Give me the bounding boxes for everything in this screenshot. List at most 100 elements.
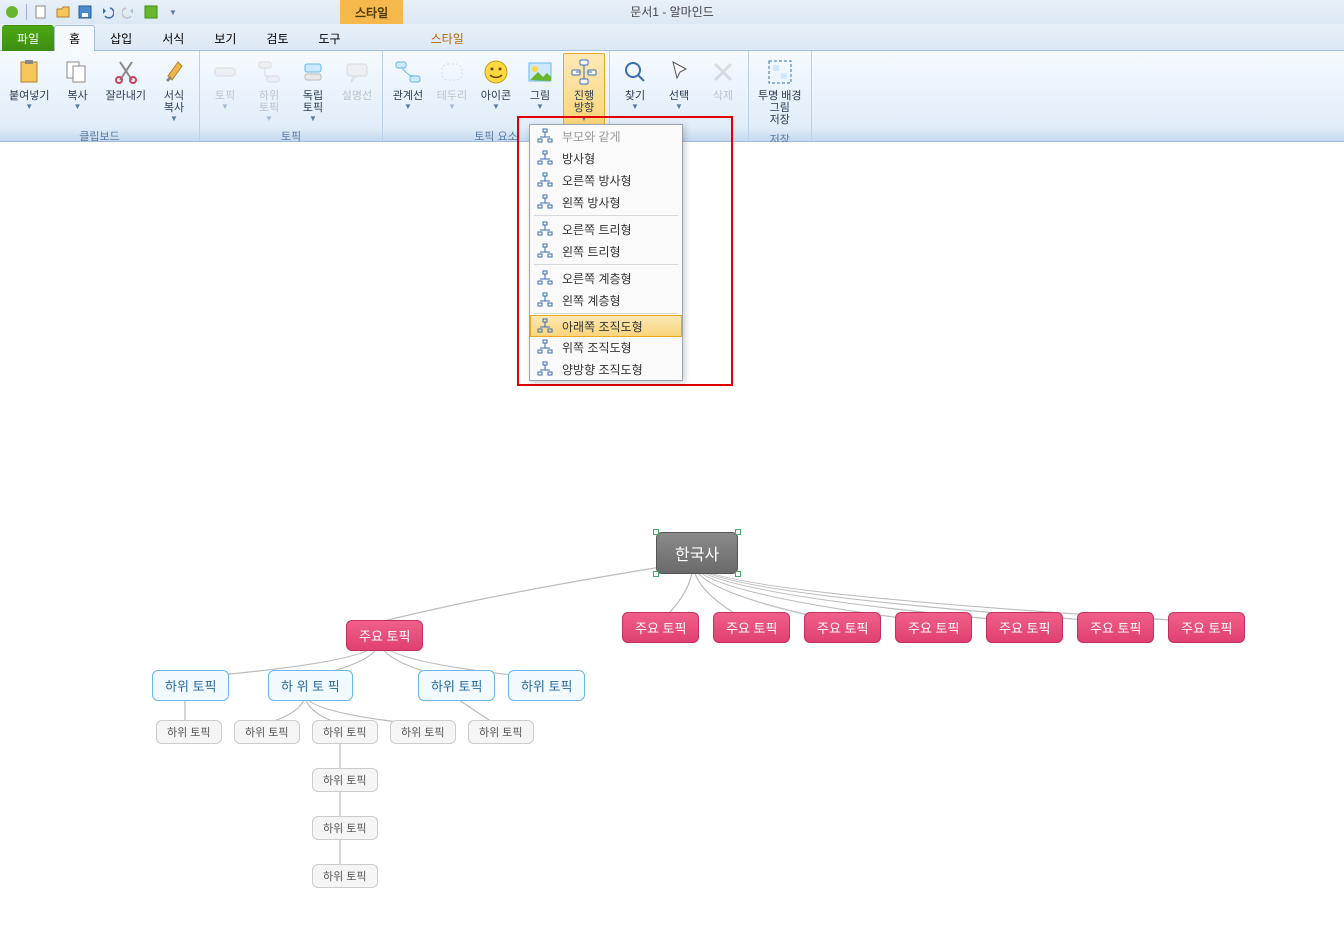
subtopic[interactable]: 하위 토픽: [234, 720, 300, 744]
app-icon: [4, 4, 20, 20]
subtopic[interactable]: 하위 토픽: [418, 670, 495, 701]
direction-option-org-up[interactable]: 위쪽 조직도형: [530, 336, 682, 358]
cursor-icon: [663, 56, 695, 88]
org-down-icon: [536, 317, 554, 335]
paste-button[interactable]: 붙여넣기▼: [4, 53, 54, 114]
callout-button: 설명선: [336, 53, 378, 105]
menu-item-label: 아래쪽 조직도형: [562, 318, 643, 335]
direction-option-radial[interactable]: 방사형: [530, 147, 682, 169]
main-topic[interactable]: 주요 토픽: [1077, 612, 1154, 643]
redo-icon[interactable]: [121, 4, 137, 20]
main-topic[interactable]: 주요 토픽: [895, 612, 972, 643]
subtopic[interactable]: 하위 토픽: [312, 816, 378, 840]
qat-dropdown-icon[interactable]: ▼: [165, 4, 181, 20]
tab-tools[interactable]: 도구: [304, 25, 356, 51]
boundary-icon: [436, 56, 468, 88]
direction-option-radial-right[interactable]: 오른쪽 방사형: [530, 169, 682, 191]
direction-button[interactable]: 진행 방향▼: [563, 53, 605, 126]
subtopic[interactable]: 하위 토픽: [508, 670, 585, 701]
subtopic[interactable]: 하위 토픽: [312, 864, 378, 888]
menu-item-label: 방사형: [562, 150, 595, 167]
image-button[interactable]: 그림▼: [519, 53, 561, 114]
context-tab-group-label: 스타일: [340, 0, 403, 24]
selection-handle[interactable]: [735, 571, 741, 577]
direction-option-same-parent: 부모와 같게: [530, 125, 682, 147]
subtopic[interactable]: 하위 토픽: [312, 720, 378, 744]
menu-separator: [534, 313, 678, 314]
hier-right-icon: [536, 269, 554, 287]
main-topic[interactable]: 주요 토픽: [1168, 612, 1245, 643]
image-icon: [524, 56, 556, 88]
main-topic[interactable]: 주요 토픽: [622, 612, 699, 643]
tab-format[interactable]: 서식: [147, 25, 199, 51]
menu-separator: [534, 264, 678, 265]
delete-icon: [707, 56, 739, 88]
subtopic[interactable]: 하 위 토 픽: [268, 670, 353, 701]
main-topic[interactable]: 주요 토픽: [804, 612, 881, 643]
copy-button[interactable]: 복사▼: [56, 53, 98, 114]
transparent-bg-icon: [764, 56, 796, 88]
direction-option-org-down[interactable]: 아래쪽 조직도형: [530, 315, 682, 337]
icon-button[interactable]: 아이콘▼: [475, 53, 517, 114]
selection-handle[interactable]: [653, 529, 659, 535]
root-label: 한국사: [675, 547, 719, 564]
subtopic[interactable]: 하위 토픽: [312, 768, 378, 792]
direction-option-tree-right[interactable]: 오른쪽 트리형: [530, 218, 682, 240]
direction-option-tree-left[interactable]: 왼쪽 트리형: [530, 240, 682, 262]
theme-icon[interactable]: [143, 4, 159, 20]
save-icon[interactable]: [77, 4, 93, 20]
group-clipboard: 붙여넣기▼ 복사▼ 잘라내기 서식 복사▼ 클립보드: [0, 51, 200, 141]
direction-option-hier-right[interactable]: 오른쪽 계층형: [530, 267, 682, 289]
cut-button[interactable]: 잘라내기: [100, 53, 150, 105]
scissors-icon: [110, 56, 142, 88]
subtopic[interactable]: 하위 토픽: [390, 720, 456, 744]
root-topic[interactable]: 한국사: [656, 532, 738, 574]
selection-handle[interactable]: [735, 529, 741, 535]
open-icon[interactable]: [55, 4, 71, 20]
direction-option-radial-left[interactable]: 왼쪽 방사형: [530, 191, 682, 213]
menu-item-label: 위쪽 조직도형: [562, 339, 632, 356]
main-topic[interactable]: 주요 토픽: [986, 612, 1063, 643]
tab-insert[interactable]: 삽입: [95, 25, 147, 51]
main-topic[interactable]: 주요 토픽: [713, 612, 790, 643]
menu-item-label: 오른쪽 방사형: [562, 172, 632, 189]
subtopic-button: 하위 토픽▼: [248, 53, 290, 126]
menu-separator: [534, 215, 678, 216]
radial-right-icon: [536, 171, 554, 189]
smiley-icon: [480, 56, 512, 88]
delete-button: 삭제: [702, 53, 744, 105]
select-button[interactable]: 선택▼: [658, 53, 700, 114]
independent-topic-button[interactable]: 독립 토픽▼: [292, 53, 334, 126]
undo-icon[interactable]: [99, 4, 115, 20]
selection-handle[interactable]: [653, 571, 659, 577]
tree-right-icon: [536, 220, 554, 238]
separator: [26, 4, 27, 20]
tab-home[interactable]: 홈: [54, 25, 95, 51]
tab-view[interactable]: 보기: [199, 25, 251, 51]
subtopic[interactable]: 하위 토픽: [152, 670, 229, 701]
find-button[interactable]: 찾기▼: [614, 53, 656, 114]
direction-option-org-both[interactable]: 양방향 조직도형: [530, 358, 682, 380]
tab-style[interactable]: 스타일: [416, 25, 479, 51]
subtopic[interactable]: 하위 토픽: [156, 720, 222, 744]
group-topic: 토픽▼ 하위 토픽▼ 독립 토픽▼ 설명선 토픽: [200, 51, 383, 141]
callout-icon: [341, 56, 373, 88]
subtopic[interactable]: 하위 토픽: [468, 720, 534, 744]
relationship-button[interactable]: 관계선▼: [387, 53, 429, 114]
independent-topic-icon: [297, 56, 329, 88]
main-topic[interactable]: 주요 토픽: [346, 620, 423, 651]
menu-item-label: 오른쪽 트리형: [562, 221, 632, 238]
new-icon[interactable]: [33, 4, 49, 20]
direction-option-hier-left[interactable]: 왼쪽 계층형: [530, 289, 682, 311]
brush-icon: [158, 56, 190, 88]
format-painter-button[interactable]: 서식 복사▼: [153, 53, 195, 126]
tab-review[interactable]: 검토: [251, 25, 303, 51]
quick-access-toolbar: ▼: [0, 0, 1344, 24]
tab-file[interactable]: 파일: [2, 25, 54, 51]
menu-item-label: 양방향 조직도형: [562, 361, 643, 378]
tree-left-icon: [536, 242, 554, 260]
transparent-bg-button[interactable]: 투명 배경 그림 저장: [753, 53, 807, 129]
menu-item-label: 왼쪽 트리형: [562, 243, 621, 260]
paste-icon: [13, 56, 45, 88]
ribbon-tabs: 문서1 - 알마인드 스타일 파일 홈 삽입 서식 보기 검토 도구 스타일: [0, 24, 1344, 50]
